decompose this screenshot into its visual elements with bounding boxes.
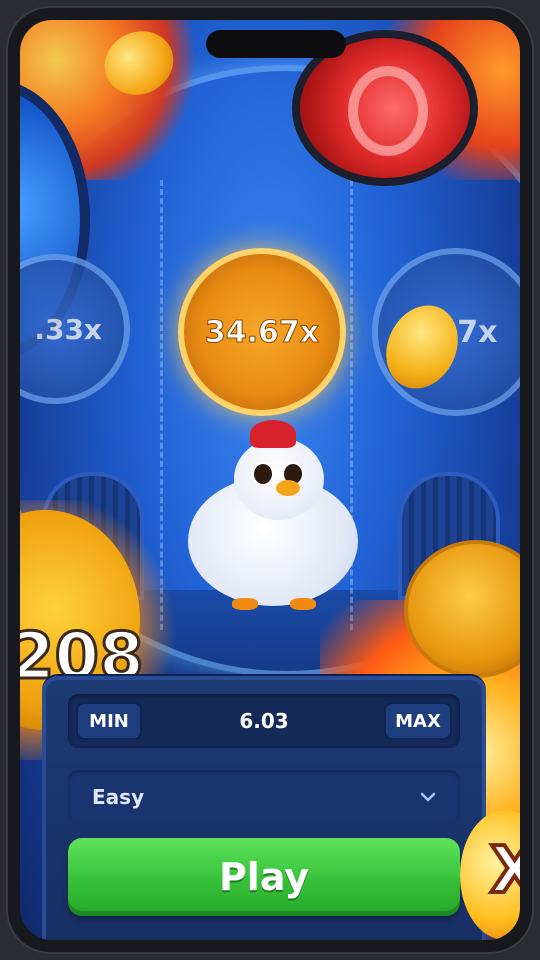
bet-amount-value[interactable]: 6.03: [168, 694, 360, 748]
play-button[interactable]: Play: [68, 838, 460, 916]
bet-panel: MIN 6.03 MAX Easy Play: [42, 676, 486, 940]
multiplier-active-label: 34.67x: [204, 314, 320, 350]
chicken-character: [178, 420, 368, 620]
min-bet-button[interactable]: MIN: [76, 702, 142, 740]
difficulty-select[interactable]: Easy: [68, 770, 460, 824]
multiplier-left-label: .33x: [34, 312, 102, 346]
game-screen: .33x 34.67x 3 .7x 208 MIN 6.03: [20, 20, 520, 940]
chevron-down-icon: [420, 792, 436, 802]
phone-frame: .33x 34.67x 3 .7x 208 MIN 6.03: [6, 6, 534, 954]
max-bet-button[interactable]: MAX: [384, 702, 452, 740]
multiplier-active: 34.67x: [178, 248, 346, 416]
bet-amount-control: MIN 6.03 MAX: [68, 694, 460, 748]
difficulty-selected-label: Easy: [92, 785, 145, 809]
phone-notch: [206, 30, 346, 58]
x-badge-label: X: [488, 832, 520, 910]
